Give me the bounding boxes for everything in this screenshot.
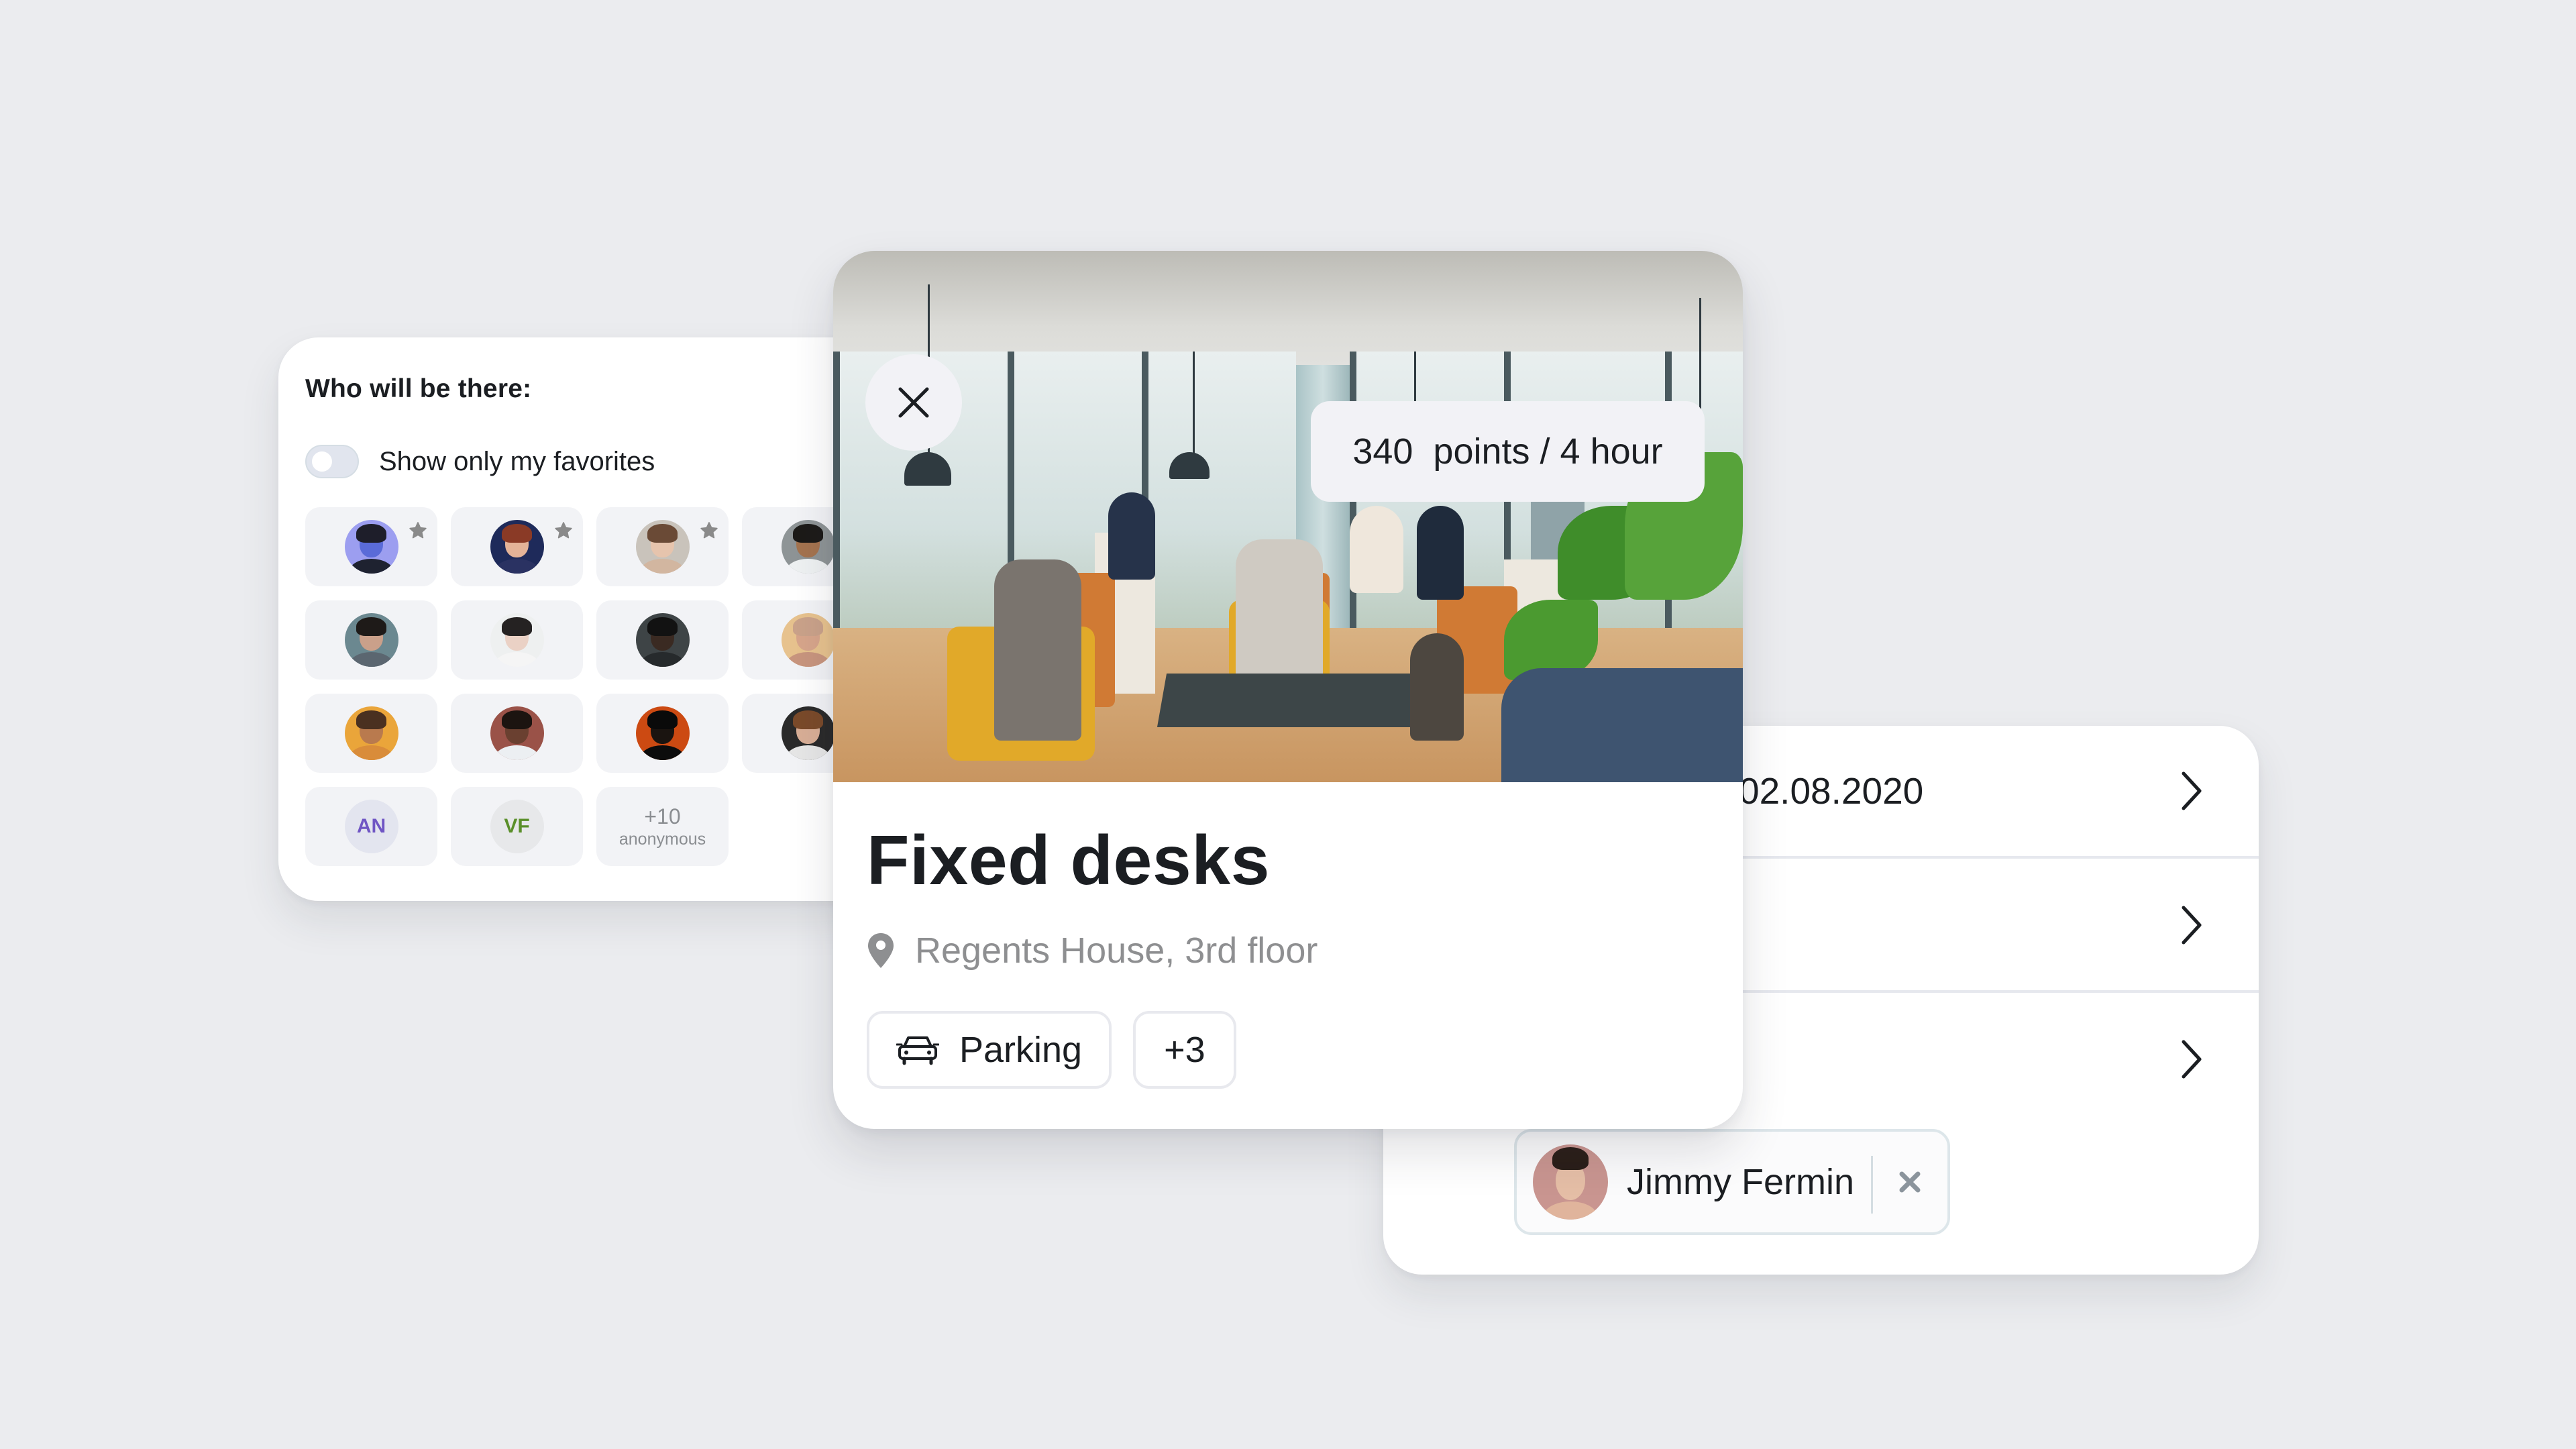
avatar (344, 706, 398, 760)
anonymous-count-number: +10 (644, 804, 681, 828)
close-button[interactable] (865, 354, 962, 451)
toggle-knob (312, 451, 332, 472)
avatar (781, 706, 835, 760)
space-detail-card: 340 points / 4 hour Fixed desks Regents … (833, 251, 1743, 1129)
initials-avatar: VF (490, 800, 544, 853)
avatar (635, 706, 690, 760)
avatar (344, 520, 398, 574)
close-icon (898, 387, 929, 418)
space-location-text: Regents House, 3rd floor (915, 930, 1318, 971)
more-amenities-button[interactable]: +3 (1133, 1011, 1236, 1089)
avatar (1533, 1144, 1608, 1220)
booking-date-value: 02.08.2020 (1739, 770, 1924, 812)
anonymous-count: +10 anonymous (619, 804, 706, 849)
avatar (781, 520, 835, 574)
attendee-tile[interactable] (451, 600, 583, 680)
close-icon[interactable] (1898, 1170, 1922, 1194)
favorites-toggle-label: Show only my favorites (379, 446, 655, 476)
amenity-label: Parking (959, 1030, 1083, 1070)
chip-divider (1871, 1156, 1873, 1214)
initials-avatar: AN (344, 800, 398, 853)
avatar (344, 613, 398, 667)
space-title: Fixed desks (867, 822, 1270, 900)
amenity-list: Parking +3 (867, 1011, 1236, 1089)
avatar (635, 613, 690, 667)
attendee-tile[interactable] (451, 694, 583, 773)
attendee-grid: AN VF +10 anonymous (305, 507, 874, 866)
selected-attendee-chip: Jimmy Fermin (1514, 1129, 1950, 1235)
car-icon (896, 1036, 939, 1065)
avatar (490, 706, 544, 760)
amenity-chip-parking[interactable]: Parking (867, 1011, 1112, 1089)
attendee-tile[interactable] (305, 694, 437, 773)
favorites-toggle[interactable] (305, 445, 359, 478)
space-photo: 340 points / 4 hour (833, 251, 1743, 782)
favorites-toggle-row[interactable]: Show only my favorites (305, 445, 655, 478)
avatar (490, 520, 544, 574)
attendee-tile[interactable] (596, 694, 729, 773)
star-icon[interactable] (408, 521, 428, 541)
star-icon[interactable] (553, 521, 574, 541)
star-icon[interactable] (699, 521, 719, 541)
attendee-tile[interactable] (596, 600, 729, 680)
attendee-tile[interactable]: VF (451, 787, 583, 866)
attendee-tile[interactable] (305, 600, 437, 680)
chevron-right-icon[interactable] (2178, 904, 2205, 947)
space-location: Regents House, 3rd floor (867, 930, 1318, 971)
selected-attendee-name: Jimmy Fermin (1627, 1162, 1854, 1202)
attendee-tile[interactable]: AN (305, 787, 437, 866)
chevron-right-icon[interactable] (2178, 769, 2205, 812)
attendee-tile[interactable] (596, 507, 729, 586)
attendee-tile[interactable] (451, 507, 583, 586)
avatar (635, 520, 690, 574)
attendee-tile[interactable] (305, 507, 437, 586)
attendees-title: Who will be there: (305, 374, 532, 403)
avatar (781, 613, 835, 667)
avatar (490, 613, 544, 667)
anonymous-count-label: anonymous (619, 830, 706, 849)
map-pin-icon (868, 933, 894, 968)
price-badge: 340 points / 4 hour (1311, 401, 1705, 502)
anonymous-count-tile[interactable]: +10 anonymous (596, 787, 729, 866)
chevron-right-icon[interactable] (2178, 1038, 2205, 1081)
attendees-card: Who will be there: Show only my favorite… (278, 337, 882, 901)
